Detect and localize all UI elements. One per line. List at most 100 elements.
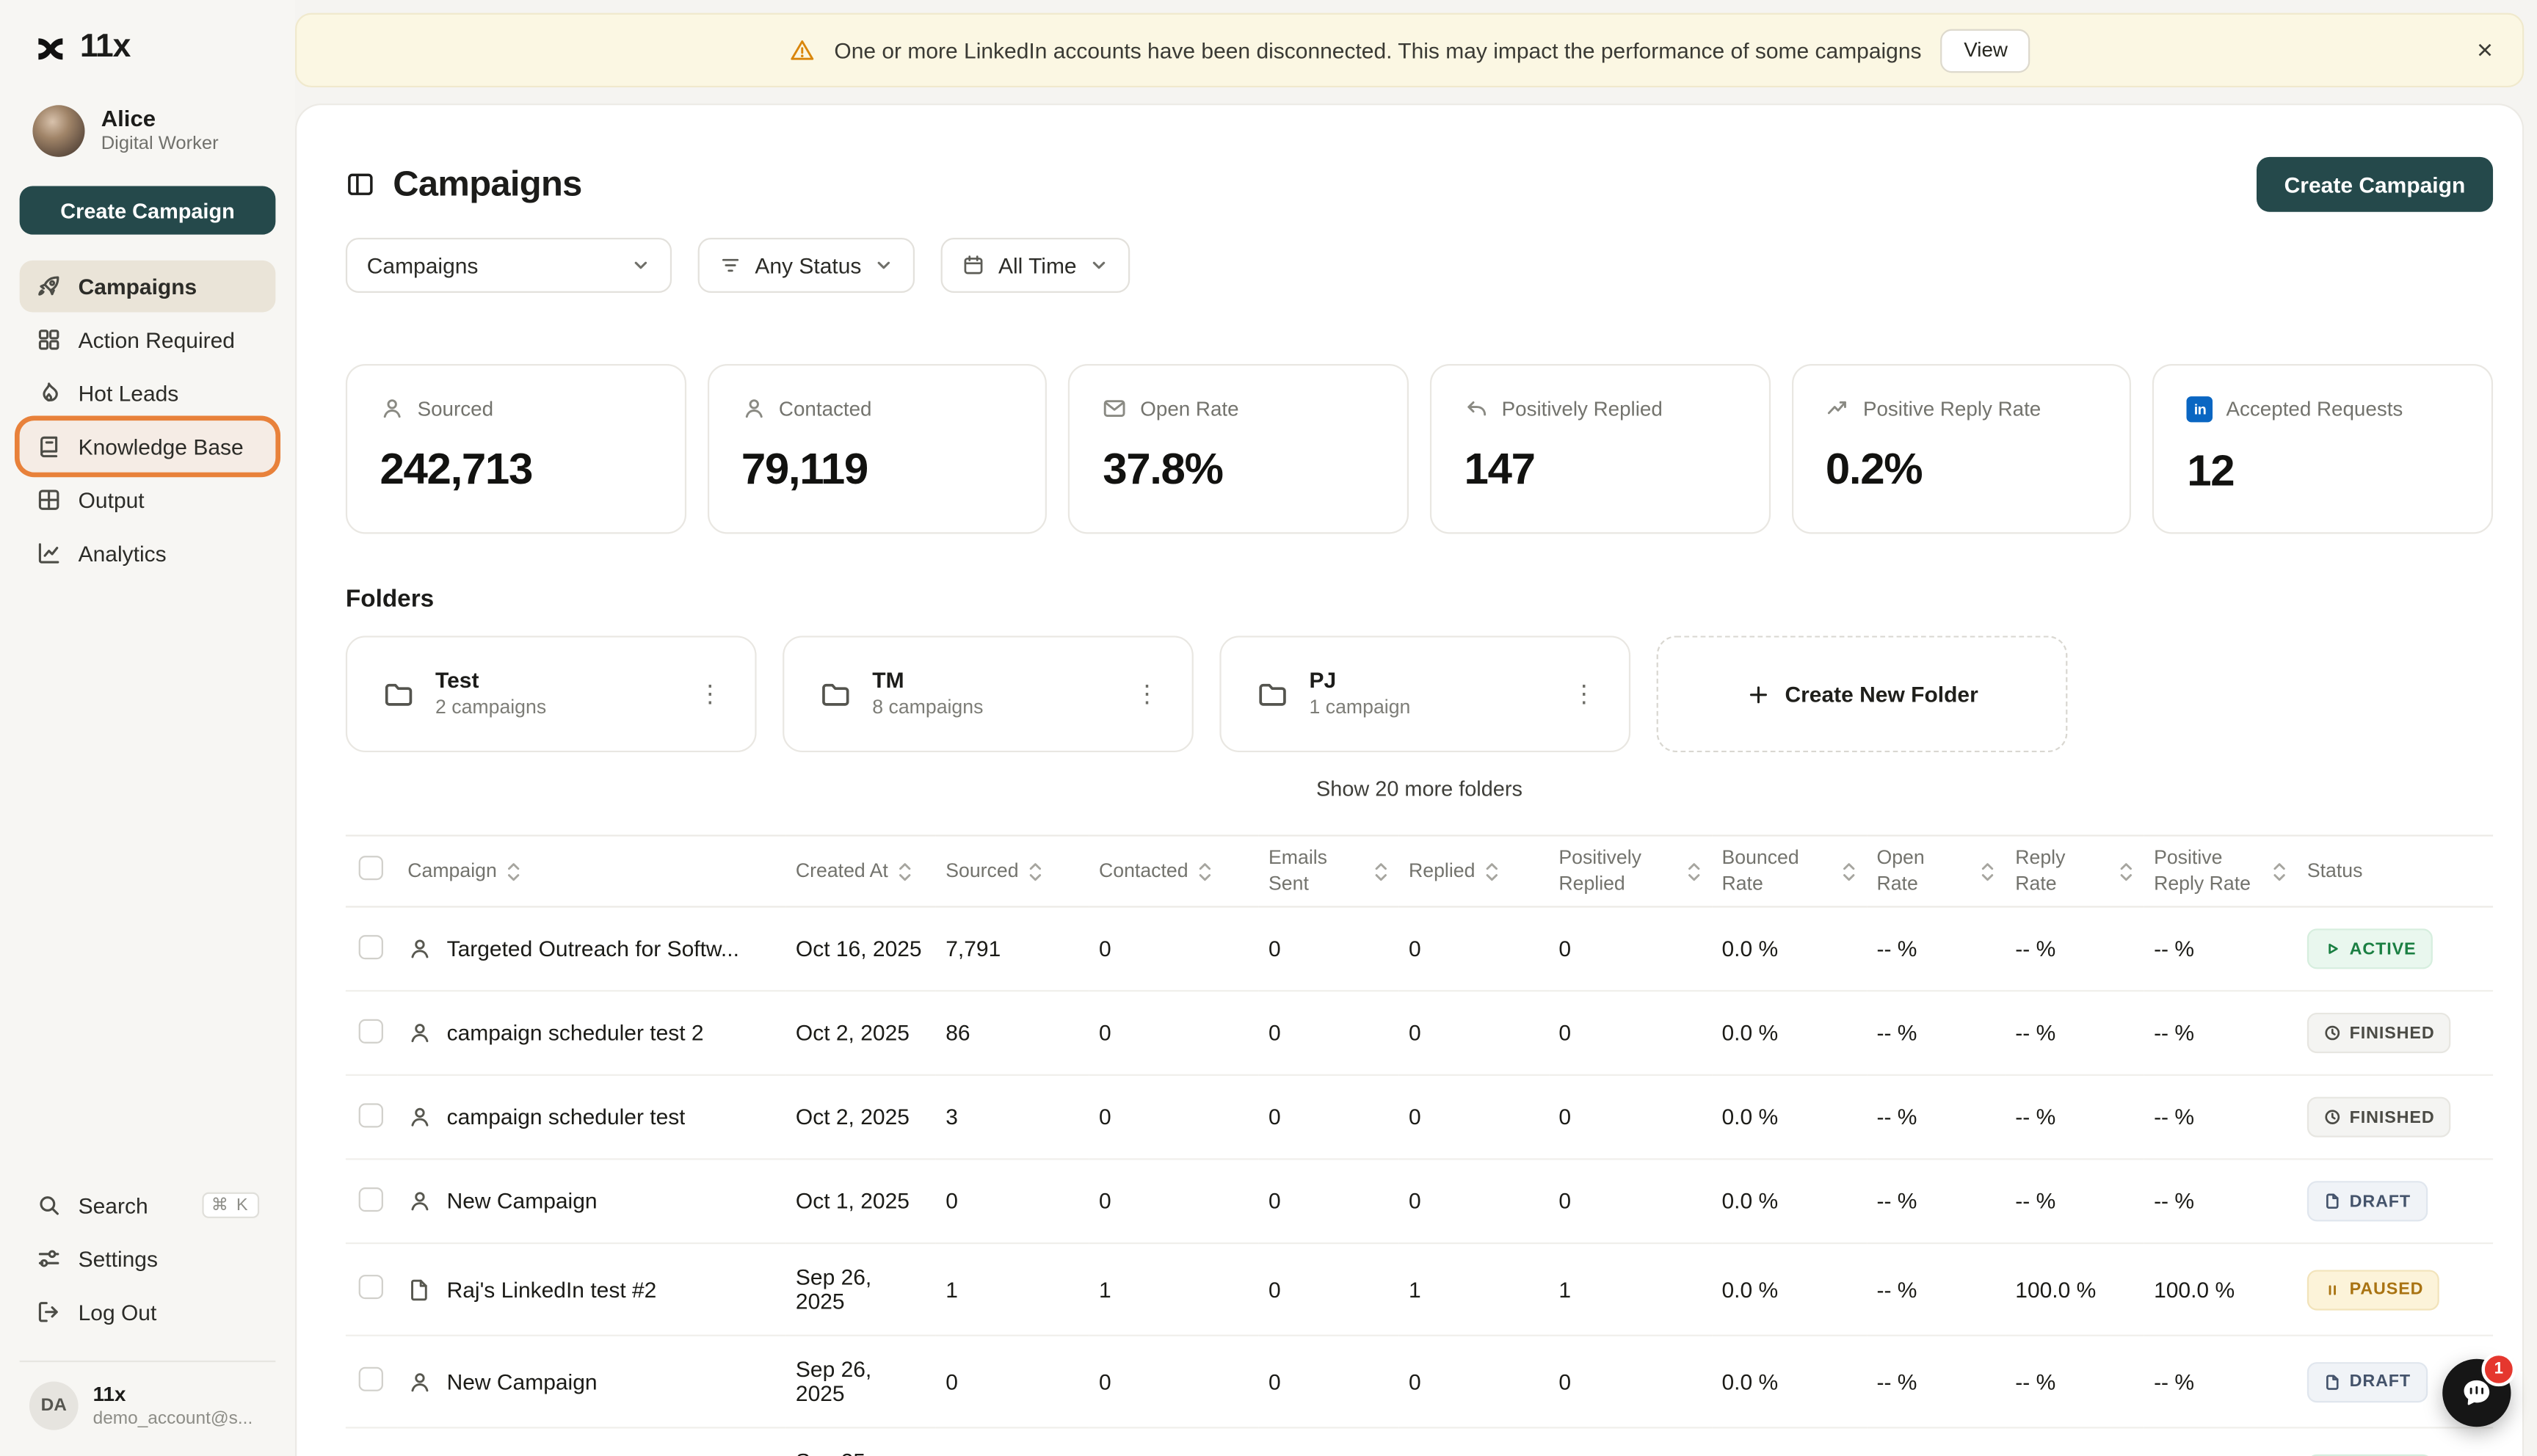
view-type-dropdown[interactable]: Campaigns: [346, 238, 672, 293]
sort-icon[interactable]: [2118, 861, 2134, 882]
row-checkbox[interactable]: [359, 1103, 383, 1127]
warning-icon: [788, 37, 815, 63]
cell-status: FINISHED: [2298, 1075, 2494, 1160]
sidebar-nav-item[interactable]: Hot Leads: [20, 367, 276, 419]
sidebar-nav-item[interactable]: Action Required: [20, 314, 276, 366]
status-label: PAUSED: [2350, 1280, 2424, 1299]
show-more-folders-button[interactable]: Show 20 more folders: [1307, 775, 1533, 802]
banner-close-button[interactable]: ×: [2470, 30, 2500, 70]
status-badge: DRAFT: [2307, 1361, 2427, 1402]
column-created-at[interactable]: Created At: [786, 836, 936, 907]
column-campaign[interactable]: Campaign: [398, 836, 786, 907]
select-all-checkbox[interactable]: [359, 856, 383, 880]
user-avatar: [32, 105, 84, 157]
column-bounced-rate[interactable]: Bounced Rate: [1712, 836, 1867, 907]
mail-icon: [1103, 396, 1127, 421]
sidebar-footer-item[interactable]: Log Out: [20, 1286, 276, 1338]
sort-icon[interactable]: [1686, 861, 1702, 882]
row-checkbox[interactable]: [359, 1367, 383, 1391]
campaign-row[interactable]: campaign scheduler test Oct 2, 2025 3 0 …: [346, 1075, 2493, 1160]
row-checkbox[interactable]: [359, 1187, 383, 1211]
cell-created-at: Oct 2, 2025: [786, 991, 936, 1076]
column-sourced[interactable]: Sourced: [936, 836, 1089, 907]
cell-open-rate: -- %: [1867, 1428, 2006, 1456]
sidebar-footer-item[interactable]: Settings: [20, 1233, 276, 1285]
footer-label: Settings: [79, 1246, 158, 1270]
sort-icon[interactable]: [1373, 861, 1389, 882]
column-status[interactable]: Status: [2298, 836, 2494, 907]
sidebar-nav-item[interactable]: Analytics: [20, 528, 276, 580]
campaign-row[interactable]: Raj's LinkedIn test #2 Sep 26, 2025 1 1 …: [346, 1243, 2493, 1336]
folder-count: 1 campaign: [1310, 696, 1411, 721]
cell-sourced: 0: [936, 1160, 1089, 1244]
sidebar-create-campaign-button[interactable]: Create Campaign: [20, 186, 276, 235]
chevron-down-icon: [874, 255, 894, 274]
cell-emails-sent: 0: [1259, 1075, 1399, 1160]
folder-menu-button[interactable]: ⋮: [1125, 675, 1169, 713]
cell-campaign: Raj's LinkedIn test: [398, 1428, 786, 1456]
sidebar-toggle-icon[interactable]: [346, 170, 375, 199]
column-replied[interactable]: Replied: [1399, 836, 1549, 907]
campaign-row[interactable]: New Campaign Oct 1, 2025 0 0 0 0 0 0.0 %…: [346, 1160, 2493, 1244]
cell-checkbox: [346, 991, 398, 1076]
cell-checkbox: [346, 1160, 398, 1244]
sidebar-nav-item[interactable]: Campaigns: [20, 261, 276, 313]
sort-icon[interactable]: [1484, 861, 1500, 882]
column-contacted[interactable]: Contacted: [1089, 836, 1259, 907]
draft-file-icon: [2323, 1193, 2341, 1210]
row-checkbox[interactable]: [359, 1019, 383, 1043]
folder-card[interactable]: PJ 1 campaign ⋮: [1219, 636, 1630, 752]
cell-open-rate: -- %: [1867, 1336, 2006, 1428]
campaign-row[interactable]: Raj's LinkedIn test Sep 25, 2025 1 1 0 0…: [346, 1428, 2493, 1456]
stat-label: Positively Replied: [1502, 397, 1663, 420]
logo: 11x: [20, 29, 276, 67]
column-reply-rate[interactable]: Reply Rate: [2006, 836, 2144, 907]
campaign-row[interactable]: campaign scheduler test 2 Oct 2, 2025 86…: [346, 991, 2493, 1076]
row-checkbox[interactable]: [359, 934, 383, 958]
column-positively-replied[interactable]: Positively Replied: [1549, 836, 1712, 907]
sort-icon[interactable]: [2271, 861, 2287, 882]
sort-icon[interactable]: [1841, 861, 1857, 882]
campaign-row[interactable]: New Campaign Sep 26, 2025 0 0 0 0 0 0.0 …: [346, 1336, 2493, 1428]
user-icon: [380, 396, 404, 421]
chat-widget-button[interactable]: 1: [2442, 1359, 2511, 1427]
sort-icon[interactable]: [896, 861, 912, 882]
sort-icon[interactable]: [1027, 861, 1043, 882]
create-campaign-button[interactable]: Create Campaign: [2257, 157, 2493, 212]
sidebar-nav-item[interactable]: Output: [20, 474, 276, 526]
cell-replied: 0: [1399, 1428, 1549, 1456]
cell-bounced-rate: 0.0 %: [1712, 1336, 1867, 1428]
column-emails-sent[interactable]: Emails Sent: [1259, 836, 1399, 907]
status-filter-dropdown[interactable]: Any Status: [698, 238, 915, 293]
status-badge: PAUSED: [2307, 1270, 2440, 1310]
folder-card[interactable]: Test 2 campaigns ⋮: [346, 636, 757, 752]
account-switcher[interactable]: DA 11x demo_account@s...: [20, 1361, 276, 1433]
sidebar-footer-item[interactable]: Search ⌘ K: [20, 1179, 276, 1231]
time-filter-dropdown[interactable]: All Time: [941, 238, 1130, 293]
sort-icon[interactable]: [1979, 861, 1995, 882]
file-icon: [407, 1278, 432, 1302]
campaign-row[interactable]: Targeted Outreach for Softw... Oct 16, 2…: [346, 907, 2493, 991]
create-new-folder-button[interactable]: Create New Folder: [1657, 636, 2068, 752]
sort-icon[interactable]: [505, 861, 521, 882]
create-folder-label: Create New Folder: [1785, 682, 1978, 706]
cell-created-at: Oct 2, 2025: [786, 1075, 936, 1160]
folder-menu-button[interactable]: ⋮: [1562, 675, 1606, 713]
cell-sourced: 1: [936, 1428, 1089, 1456]
folder-menu-button[interactable]: ⋮: [688, 675, 732, 713]
folder-card[interactable]: TM 8 campaigns ⋮: [783, 636, 1194, 752]
sort-icon[interactable]: [1197, 861, 1213, 882]
stat-label: Open Rate: [1140, 397, 1238, 420]
status-badge: FINISHED: [2307, 1013, 2451, 1053]
stat-value: 37.8%: [1103, 445, 1374, 495]
stat-value: 242,713: [380, 445, 652, 495]
cell-positively-replied: 0: [1549, 1428, 1712, 1456]
row-checkbox[interactable]: [359, 1275, 383, 1299]
column-open-rate[interactable]: Open Rate: [1867, 836, 2006, 907]
cell-sourced: 1: [936, 1243, 1089, 1336]
app-window: 11x Alice Digital Worker Create Campaign…: [0, 0, 2537, 1456]
banner-view-button[interactable]: View: [1941, 29, 2030, 73]
sidebar-nav-item[interactable]: Knowledge Base: [20, 421, 276, 473]
column-positive-reply-rate[interactable]: Positive Reply Rate: [2144, 836, 2298, 907]
select-all-header[interactable]: [346, 836, 398, 907]
